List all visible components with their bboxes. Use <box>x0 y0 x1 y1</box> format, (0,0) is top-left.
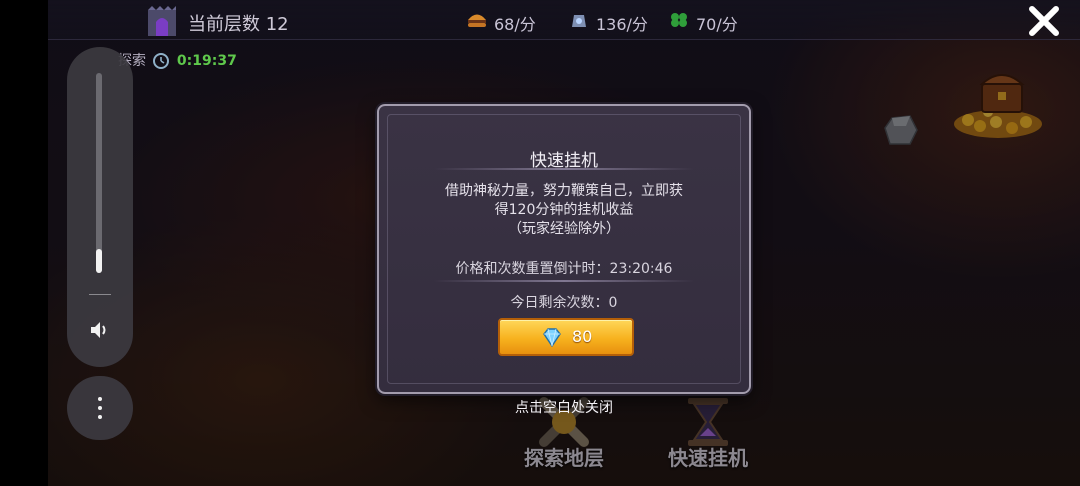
stopwatch-icon <box>153 53 170 69</box>
more-dot-icon <box>98 397 102 401</box>
explore-time: 0:19:37 <box>176 53 237 69</box>
gem-bag-icon <box>572 15 586 27</box>
volume-slider[interactable] <box>96 73 102 273</box>
volume-divider <box>89 294 111 295</box>
speaker-icon[interactable] <box>88 318 112 342</box>
dialog-description: 借助神秘力量，努力鞭策自己，立即获 得120分钟的挂机收益 （玩家经验除外） <box>419 182 709 239</box>
title-divider <box>434 168 694 170</box>
description-line-1: 借助神秘力量，努力鞭策自己，立即获 <box>445 183 683 199</box>
buy-quick-idle-button[interactable]: 80 <box>498 318 634 356</box>
price-value: 80 <box>572 327 593 346</box>
info-divider <box>434 280 694 282</box>
more-dot-icon <box>98 415 102 419</box>
remaining-count: 0 <box>608 295 618 311</box>
clover-icon <box>671 13 687 27</box>
explore-timer: 探索 0:19:37 <box>118 50 237 70</box>
reset-time: 23:20:46 <box>609 261 673 277</box>
remaining-uses: 今日剩余次数：0 <box>379 292 749 312</box>
volume-level <box>96 249 102 273</box>
more-dot-icon <box>98 406 102 410</box>
game-scene[interactable]: 探索地层 快速挂机 当前层数 12 68/分 136/分 70/分 探索 0:1… <box>0 0 1080 486</box>
more-options-button[interactable] <box>67 376 133 440</box>
quick-idle-dialog: 快速挂机 借助神秘力量，努力鞭策自己，立即获 得120分钟的挂机收益 （玩家经验… <box>377 104 751 394</box>
current-floor-label: 当前层数 12 <box>188 14 289 35</box>
left-edge <box>0 0 48 486</box>
gem-rate: 136/分 <box>596 15 648 34</box>
close-icon[interactable] <box>1024 4 1064 38</box>
tower-gate-icon <box>148 6 176 36</box>
diamond-icon <box>543 328 561 348</box>
clover-rate: 70/分 <box>696 15 738 34</box>
reset-label: 价格和次数重置倒计时： <box>455 261 610 277</box>
description-line-2: 得120分钟的挂机收益 <box>494 202 634 218</box>
description-line-3: （玩家经验除外） <box>508 221 620 237</box>
tap-to-close-hint: 点击空白处关闭 <box>515 400 613 416</box>
food-rate: 68/分 <box>494 15 536 34</box>
reset-countdown: 价格和次数重置倒计时：23:20:46 <box>379 258 749 278</box>
remaining-label: 今日剩余次数： <box>510 295 609 311</box>
burger-icon <box>468 14 486 27</box>
